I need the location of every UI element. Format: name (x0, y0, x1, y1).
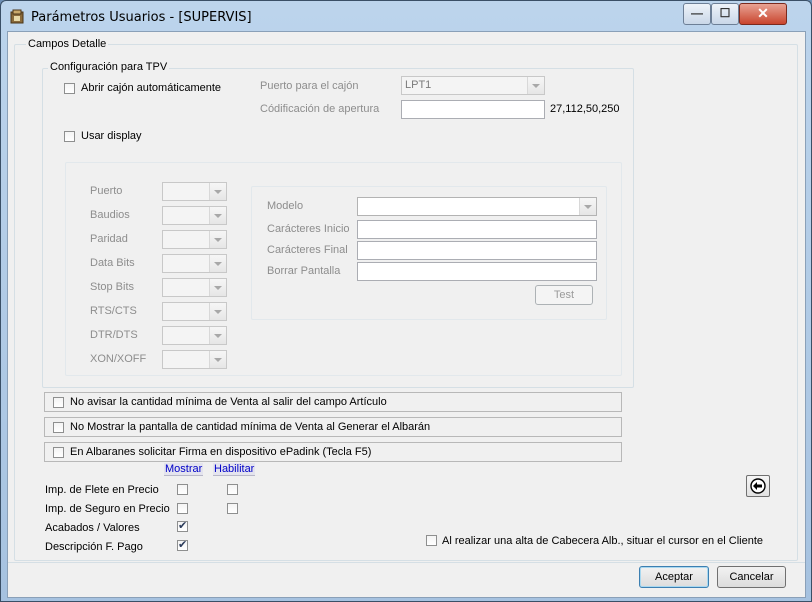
chevron-down-icon (209, 183, 226, 200)
aceptar-button[interactable]: Aceptar (639, 566, 709, 588)
cancelar-button[interactable]: Cancelar (717, 566, 786, 588)
paridad-label: Paridad (90, 233, 128, 245)
cancelar-label: Cancelar (729, 571, 774, 583)
pago-mostrar-checkbox[interactable] (177, 538, 188, 551)
close-button[interactable]: ✕ (739, 3, 787, 25)
puerto-cajon-label: Puerto para el cajón (260, 80, 359, 92)
maximize-button[interactable]: ☐ (711, 3, 739, 25)
app-icon (10, 9, 24, 24)
borrar-input[interactable] (357, 262, 597, 281)
flete-mostrar-checkbox[interactable] (177, 484, 188, 495)
modelo-select[interactable] (357, 197, 597, 216)
chevron-down-icon (209, 351, 226, 368)
dtr-dts-label: DTR/DTS (90, 329, 138, 341)
no-avisar-label: No avisar la cantidad mínima de Venta al… (70, 396, 387, 408)
chevron-down-icon (209, 327, 226, 344)
borrar-label: Borrar Pantalla (267, 265, 341, 277)
close-icon: ✕ (757, 5, 769, 21)
window-title: Parámetros Usuarios - [SUPERVIS] (31, 10, 252, 25)
usar-display-checkbox[interactable] (64, 131, 75, 142)
puerto-label: Puerto (90, 185, 123, 197)
codificacion-input[interactable] (401, 100, 545, 119)
back-button[interactable] (746, 475, 770, 497)
title-bar[interactable]: Parámetros Usuarios - [SUPERVIS] — ☐ ✕ (1, 1, 811, 31)
chevron-down-icon (209, 279, 226, 296)
car-final-label: Carácteres Final (267, 244, 348, 256)
firma-label: En Albaranes solicitar Firma en disposit… (70, 446, 372, 458)
car-inicio-input[interactable] (357, 220, 597, 239)
car-inicio-label: Carácteres Inicio (267, 223, 350, 235)
col-mostrar-header: Mostrar (164, 463, 204, 476)
test-button[interactable]: Test (535, 285, 593, 305)
chevron-down-icon (579, 198, 596, 215)
window: Parámetros Usuarios - [SUPERVIS] — ☐ ✕ C… (0, 0, 812, 602)
aceptar-label: Aceptar (655, 571, 693, 583)
grid-row-label: Imp. de Seguro en Precio (45, 503, 170, 515)
puerto-cajon-value: LPT1 (405, 79, 432, 91)
car-final-input[interactable] (357, 241, 597, 260)
rts-cts-label: RTS/CTS (90, 305, 137, 317)
col-habilitar-header: Habilitar (213, 463, 256, 476)
seguro-mostrar-checkbox[interactable] (177, 503, 188, 514)
grid-row-label: Acabados / Valores (45, 522, 140, 534)
no-mostrar-checkbox[interactable] (53, 422, 64, 433)
tpv-group-label: Configuración para TPV (48, 61, 170, 73)
stop-bits-select[interactable] (162, 278, 227, 297)
acabados-mostrar-checkbox[interactable] (177, 519, 188, 532)
footer-divider (8, 562, 805, 563)
seguro-habilitar-checkbox[interactable] (227, 503, 238, 514)
minimize-icon: — (691, 6, 703, 20)
chevron-down-icon (209, 207, 226, 224)
arrow-left-icon (750, 478, 766, 494)
baudios-label: Baudios (90, 209, 130, 221)
xon-xoff-select[interactable] (162, 350, 227, 369)
abrir-cajon-checkbox[interactable] (64, 83, 75, 94)
puerto-select[interactable] (162, 182, 227, 201)
puerto-cajon-select[interactable]: LPT1 (401, 76, 545, 95)
dtr-dts-select[interactable] (162, 326, 227, 345)
chevron-down-icon (209, 231, 226, 248)
cursor-cliente-label: Al realizar una alta de Cabecera Alb., s… (442, 535, 764, 547)
chevron-down-icon (209, 255, 226, 272)
maximize-icon: ☐ (719, 6, 731, 20)
baudios-select[interactable] (162, 206, 227, 225)
codificacion-label: Códificación de apertura (260, 103, 380, 115)
minimize-button[interactable]: — (683, 3, 711, 25)
grid-row-label: Imp. de Flete en Precio (45, 484, 159, 496)
paridad-select[interactable] (162, 230, 227, 249)
dialog-client: Campos Detalle Configuración para TPV Ab… (7, 31, 806, 598)
grid-row-label: Descripción F. Pago (45, 541, 143, 553)
chevron-down-icon (209, 303, 226, 320)
no-avisar-checkbox[interactable] (53, 397, 64, 408)
no-mostrar-label: No Mostrar la pantalla de cantidad mínim… (70, 421, 431, 433)
data-bits-select[interactable] (162, 254, 227, 273)
modelo-label: Modelo (267, 200, 304, 212)
usar-display-label: Usar display (81, 130, 142, 142)
data-bits-label: Data Bits (90, 257, 135, 269)
campos-detalle-label: Campos Detalle (26, 38, 109, 50)
stop-bits-label: Stop Bits (90, 281, 135, 293)
rts-cts-select[interactable] (162, 302, 227, 321)
xon-xoff-label: XON/XOFF (90, 353, 147, 365)
firma-checkbox[interactable] (53, 447, 64, 458)
flete-habilitar-checkbox[interactable] (227, 484, 238, 495)
codificacion-hint: 27,112,50,250 (550, 103, 620, 115)
cursor-cliente-checkbox[interactable] (426, 535, 437, 546)
chevron-down-icon (527, 77, 544, 94)
abrir-cajon-label: Abrir cajón automáticamente (81, 82, 222, 94)
